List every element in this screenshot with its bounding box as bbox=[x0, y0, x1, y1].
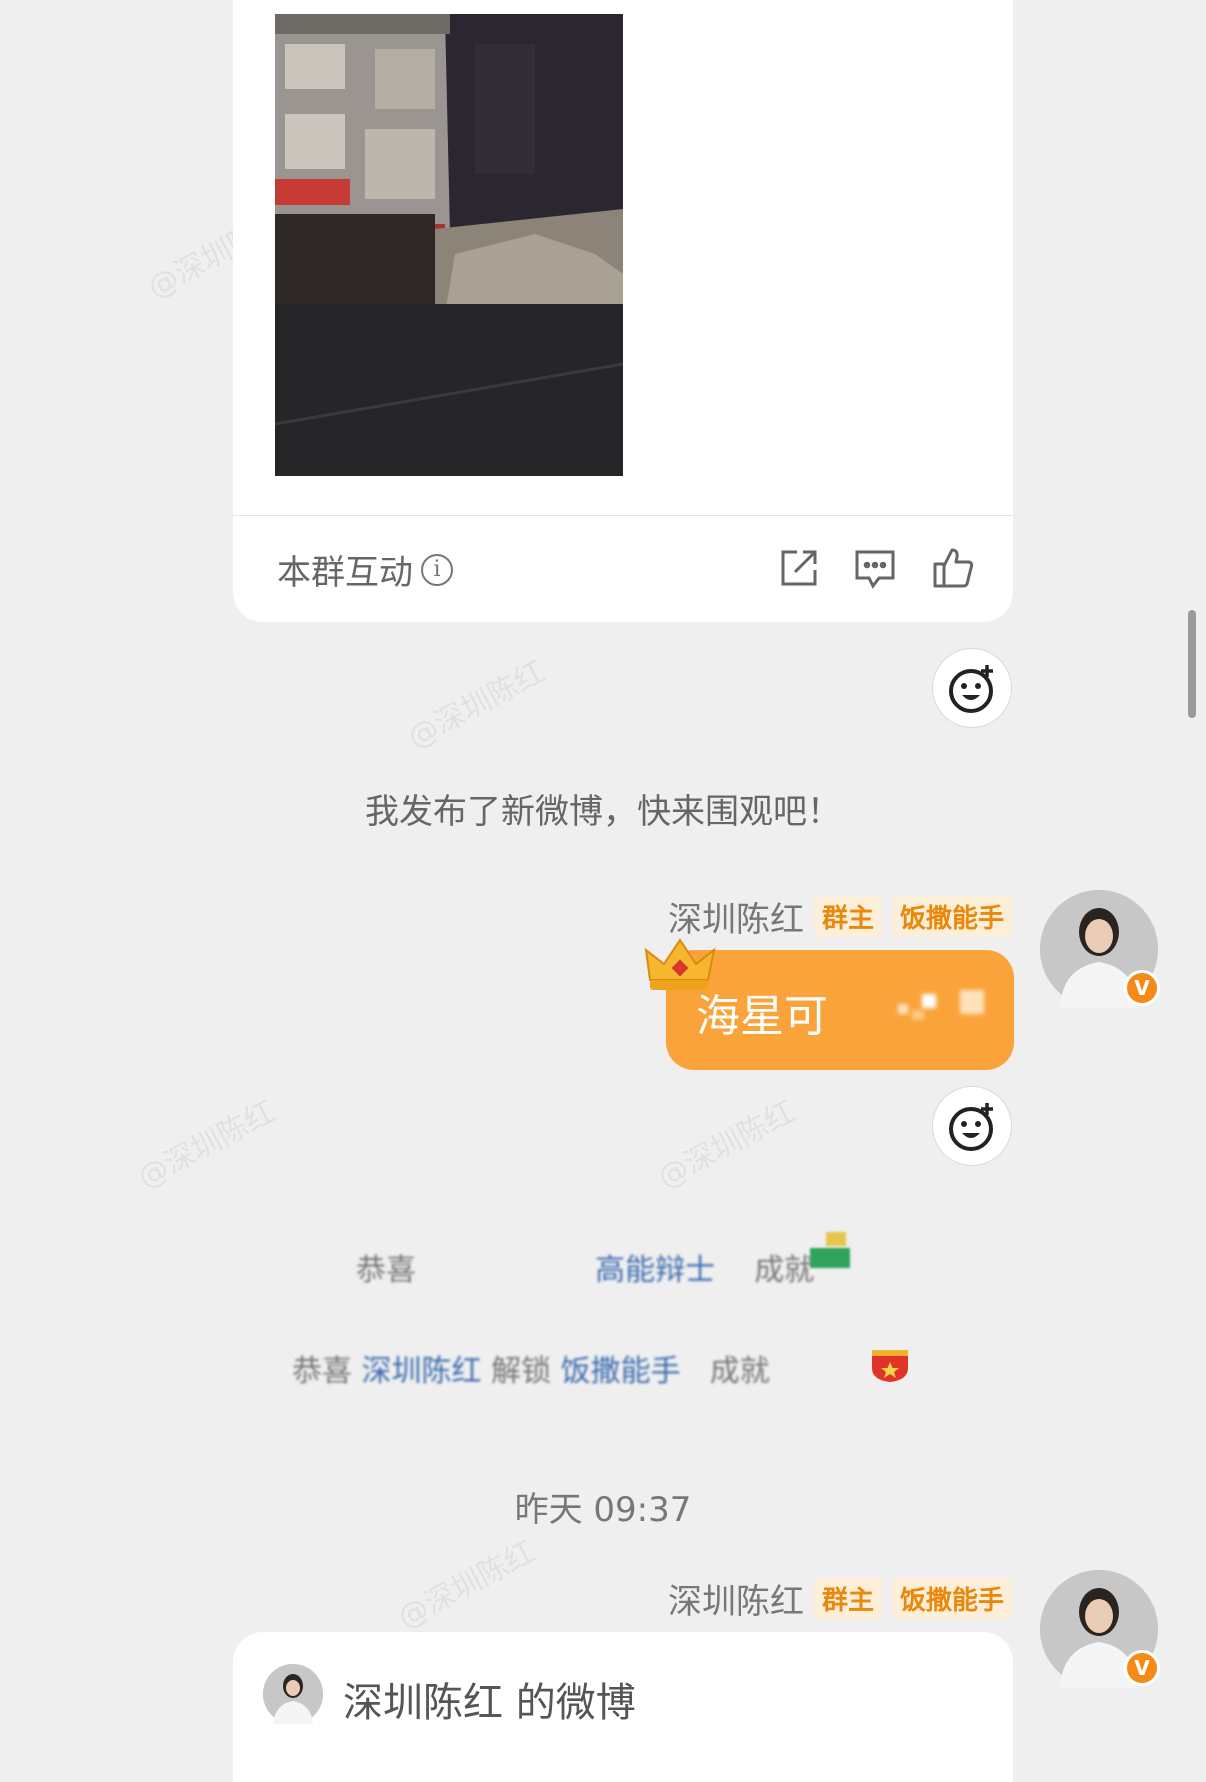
achievement-suffix: 成就 bbox=[754, 1253, 815, 1288]
watermark: @深圳陈红 bbox=[392, 1534, 542, 1636]
achievement-message: 恭喜 深圳陈红 解锁 饭撒能手 成就 bbox=[292, 1346, 770, 1390]
crown-icon bbox=[644, 938, 716, 990]
sender-name: 深圳陈红 bbox=[667, 1582, 804, 1622]
like-icon[interactable] bbox=[931, 546, 975, 590]
verified-badge-icon: V bbox=[1124, 970, 1160, 1006]
achievement-middle: 解锁 bbox=[491, 1354, 552, 1389]
watermark: @深圳陈红 bbox=[132, 1094, 282, 1196]
achievement-icon bbox=[872, 1350, 908, 1382]
achievement-prefix: 恭喜 bbox=[356, 1253, 416, 1288]
mini-avatar bbox=[263, 1664, 323, 1724]
group-interaction-label: 本群互动 bbox=[277, 553, 413, 593]
comment-icon[interactable] bbox=[853, 546, 897, 590]
avatar[interactable]: V bbox=[1040, 1570, 1160, 1688]
sender-row: 深圳陈红 群主 饭撒能手 bbox=[668, 1574, 1012, 1623]
info-icon[interactable]: i bbox=[421, 553, 453, 586]
achievement-name[interactable]: 饭撒能手 bbox=[561, 1354, 681, 1389]
share-icon[interactable] bbox=[777, 546, 821, 590]
group-interaction[interactable]: 本群互动 i bbox=[277, 545, 453, 594]
badge-group-owner: 群主 bbox=[813, 896, 882, 937]
sender-row: 深圳陈红 群主 饭撒能手 bbox=[668, 892, 1012, 941]
add-reaction-button[interactable] bbox=[932, 1086, 1012, 1166]
weibo-card-title: 深圳陈红 的微博 bbox=[343, 1680, 636, 1726]
pixelated-text bbox=[960, 990, 984, 1014]
scrollbar[interactable] bbox=[1188, 610, 1196, 718]
badge-achievement: 饭撒能手 bbox=[891, 1578, 1012, 1619]
pixelated-text bbox=[898, 994, 936, 1020]
timestamp: 昨天 09:37 bbox=[514, 1490, 692, 1530]
achievement-icon bbox=[810, 1232, 850, 1268]
watermark: @深圳陈红 bbox=[402, 654, 552, 756]
achievement-user[interactable]: 深圳陈红 bbox=[362, 1354, 482, 1389]
achievement-suffix: 成就 bbox=[709, 1354, 770, 1389]
shared-post-card[interactable]: 本群互动 i bbox=[233, 0, 1013, 622]
badge-group-owner: 群主 bbox=[813, 1578, 882, 1619]
verified-badge-icon: V bbox=[1124, 1650, 1160, 1686]
add-reaction-button[interactable] bbox=[932, 648, 1012, 728]
avatar[interactable]: V bbox=[1040, 890, 1160, 1008]
achievement-prefix: 恭喜 bbox=[292, 1354, 352, 1389]
post-photo[interactable] bbox=[275, 14, 623, 476]
message-bubble[interactable]: 海星可 bbox=[666, 950, 1014, 1070]
emoji-add-icon bbox=[949, 665, 993, 713]
card-divider bbox=[233, 515, 1013, 516]
weibo-share-card[interactable]: 深圳陈红 的微博 bbox=[233, 1632, 1013, 1782]
emoji-add-icon bbox=[949, 1103, 993, 1151]
badge-achievement: 饭撒能手 bbox=[891, 896, 1012, 937]
watermark: @深圳陈红 bbox=[652, 1094, 802, 1196]
achievement-name[interactable]: 高能辩士 bbox=[595, 1253, 715, 1288]
system-message: 我发布了新微博，快来围观吧！ bbox=[365, 792, 841, 832]
achievement-message: 恭喜 高能辩士 成就 bbox=[356, 1245, 814, 1289]
